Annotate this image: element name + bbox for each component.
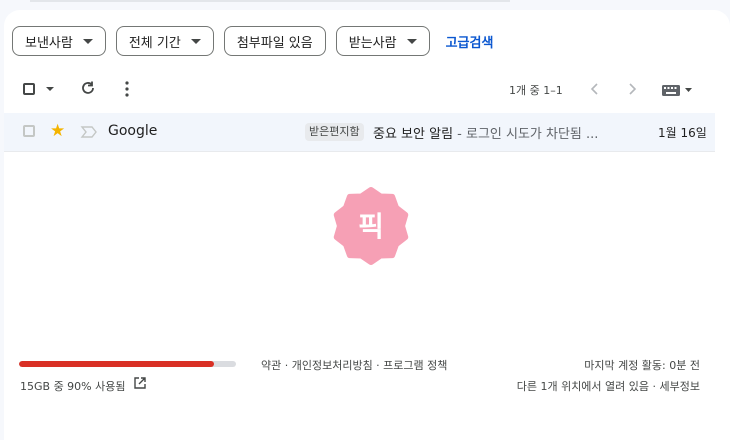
mail-panel: 보낸사람 전체 기간 첨부파일 있음 받는사람 고급검색 1개 중 1–1 ★ … [4, 10, 730, 440]
email-snippet: - 로그인 시도가 차단됨 ... [453, 127, 599, 142]
filter-attachment-chip[interactable]: 첨부파일 있음 [223, 26, 326, 56]
filter-date-chip[interactable]: 전체 기간 [115, 26, 214, 56]
email-subject: 중요 보안 알림 [373, 127, 454, 142]
chevron-left-icon[interactable] [589, 82, 601, 96]
chevron-down-icon [406, 38, 417, 44]
pagination-text: 1개 중 1–1 [509, 84, 563, 97]
inbox-label-chip[interactable]: 받은편지함 [305, 123, 364, 141]
chevron-down-icon [82, 38, 93, 44]
storage-quota-fill [19, 361, 215, 367]
star-icon[interactable]: ★ [50, 122, 65, 140]
filter-recipient-label: 받는사람 [348, 35, 397, 51]
filter-attachment-label: 첨부파일 있음 [236, 35, 313, 51]
filter-date-label: 전체 기간 [128, 35, 181, 51]
refresh-icon[interactable] [80, 80, 96, 96]
email-row[interactable]: ★ Google 받은편지함 중요 보안 알림 - 로그인 시도가 차단됨 ..… [4, 113, 715, 152]
select-all-checkbox[interactable] [23, 83, 35, 95]
select-dropdown-icon[interactable] [46, 87, 54, 91]
search-filter-chips: 보낸사람 전체 기간 첨부파일 있음 받는사람 고급검색 [12, 25, 493, 57]
open-external-icon[interactable] [133, 376, 147, 390]
email-subject-line: 중요 보안 알림 - 로그인 시도가 차단됨 ... [373, 123, 613, 142]
session-details-link[interactable]: 다른 1개 위치에서 열려 있음 · 세부정보 [517, 378, 700, 394]
chevron-right-icon[interactable] [626, 82, 638, 96]
search-bar-edge [30, 0, 510, 2]
last-activity-text: 마지막 계정 활동: 0분 전 [584, 359, 700, 372]
more-vert-icon[interactable] [122, 80, 132, 98]
footer-policy-links[interactable]: 약관 · 개인정보처리방침 · 프로그램 정책 [261, 357, 447, 373]
chevron-down-icon [190, 38, 201, 44]
advanced-search-link[interactable]: 고급검색 [446, 32, 494, 51]
storage-quota-bar [19, 361, 236, 367]
filter-sender-label: 보낸사람 [25, 35, 73, 51]
badge-text: 픽 [358, 210, 384, 243]
email-sender: Google [108, 123, 158, 139]
filter-recipient-chip[interactable]: 받는사람 [335, 26, 430, 56]
email-row-checkbox[interactable] [23, 125, 35, 137]
importance-marker-icon[interactable] [80, 125, 98, 139]
mail-toolbar: 1개 중 1–1 [4, 74, 730, 104]
pick-badge-icon: 픽 [333, 187, 409, 265]
storage-quota-text[interactable]: 15GB 중 90% 사용됨 [20, 378, 126, 394]
keyboard-icon[interactable] [661, 83, 693, 97]
email-date: 1월 16일 [658, 126, 707, 140]
filter-sender-chip[interactable]: 보낸사람 [12, 26, 106, 56]
